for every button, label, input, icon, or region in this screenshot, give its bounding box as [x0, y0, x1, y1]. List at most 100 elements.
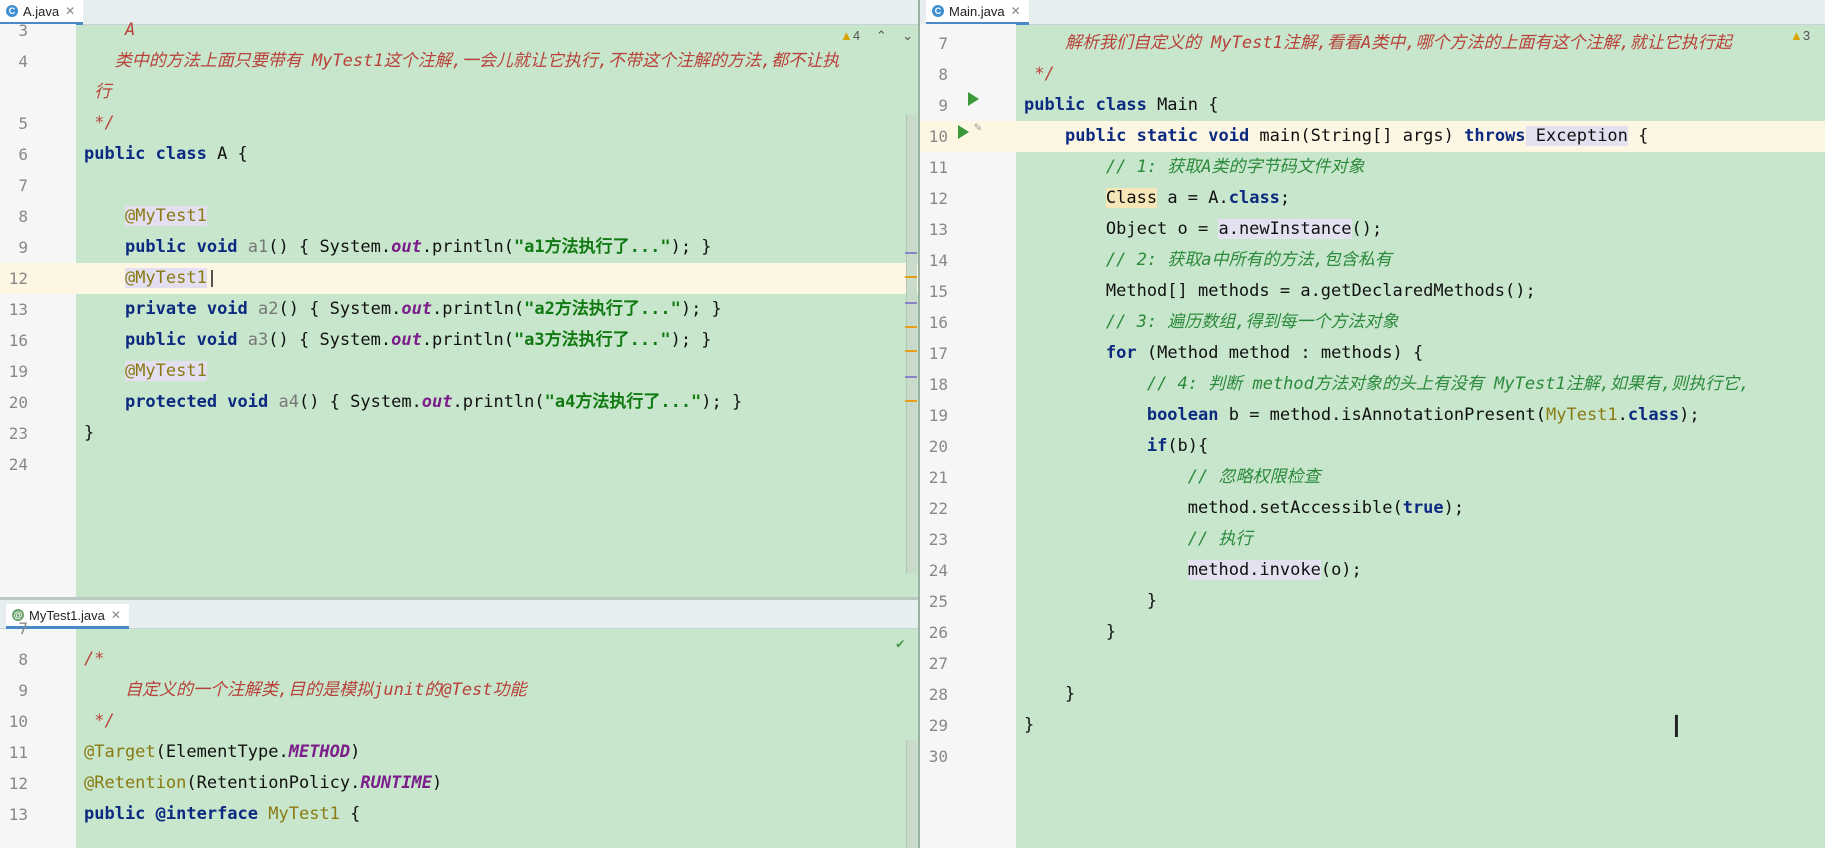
code-token: for — [1105, 343, 1137, 363]
code-token: ); } — [680, 299, 722, 319]
scrollbar[interactable] — [906, 114, 917, 574]
code-line[interactable]: method.setAccessible(true); — [1024, 493, 1464, 524]
code-line[interactable]: // 忽略权限检查 — [1024, 462, 1321, 493]
code-token: A { — [206, 144, 248, 164]
code-line[interactable]: 类中的方法上面只要带有 MyTest1这个注解,一会儿就让它执行,不带这个注解的… — [84, 46, 840, 77]
code-line[interactable]: 解析我们自定义的 MyTest1注解,看看A类中,哪个方法的上面有这个注解,就让… — [1024, 28, 1732, 59]
line-number: 5 — [18, 114, 28, 133]
scroll-marker — [905, 326, 917, 328]
code-line[interactable]: // 1: 获取A类的字节码文件对象 — [1024, 152, 1365, 183]
code-line[interactable]: for (Method method : methods) { — [1024, 338, 1423, 369]
line-number: 19 — [928, 406, 948, 425]
code-line[interactable]: boolean b = method.isAnnotationPresent(M… — [1024, 400, 1700, 431]
code-line[interactable]: Method[] methods = a.getDeclaredMethods(… — [1024, 276, 1536, 307]
line-number: 25 — [928, 592, 948, 611]
code-line[interactable]: if(b){ — [1024, 431, 1208, 462]
code-token: a = A. — [1157, 188, 1229, 208]
line-number: 13 — [928, 220, 948, 239]
line-number: 28 — [928, 685, 948, 704]
code-token: .println( — [432, 299, 525, 319]
code-line[interactable]: } — [1024, 586, 1157, 617]
tab-label: Main.java — [949, 3, 1005, 19]
code-token: Class — [1105, 188, 1158, 208]
editor-pane-a-java[interactable]: C A.java ✕ 3 A 4 类中的方法上面只要带有 MyTest1这个注解,… — [0, 0, 918, 597]
code-line[interactable]: Object o = a.newInstance(); — [1024, 214, 1382, 245]
chevron-up-icon[interactable]: ⌃ — [876, 28, 887, 43]
line-number: 30 — [928, 747, 948, 766]
code-token: { — [339, 804, 361, 824]
code-token: // 执行 — [1187, 529, 1253, 549]
chevron-down-icon[interactable]: ⌄ — [902, 28, 913, 43]
code-token: out — [421, 392, 453, 412]
code-line[interactable]: @MyTest1| — [84, 263, 217, 294]
code-line[interactable]: method.invoke(o); — [1024, 555, 1362, 586]
line-number: 29 — [928, 716, 948, 735]
code-token: } — [1024, 591, 1158, 611]
code-line[interactable]: } — [84, 418, 94, 449]
tab-main-java[interactable]: C Main.java ✕ — [926, 0, 1029, 25]
code-line[interactable]: public static void main(String[] args) t… — [1024, 121, 1648, 152]
code-line[interactable]: // 3: 遍历数组,得到每一个方法对象 — [1024, 307, 1399, 338]
code-line[interactable]: } — [1024, 617, 1116, 648]
code-line[interactable]: @Target(ElementType.METHOD) — [84, 737, 360, 768]
code-line[interactable]: public void a1() { System.out.println("a… — [84, 232, 712, 263]
code-line[interactable]: protected void a4() { System.out.println… — [84, 387, 742, 418]
code-line[interactable]: // 2: 获取a中所有的方法,包含私有 — [1024, 245, 1392, 276]
code-token: .println( — [452, 392, 545, 412]
run-main-icon[interactable] — [958, 125, 969, 139]
code-line[interactable]: // 4: 判断 method方法对象的头上有没有 MyTest1注解,如果有,… — [1024, 369, 1750, 400]
line-number: 11 — [8, 743, 28, 762]
code-token: 自定义的一个注解类,目的是模拟junit的@Test功能 — [84, 680, 527, 700]
code-token: /* — [84, 649, 105, 669]
code-line[interactable]: } — [1024, 710, 1034, 741]
code-line[interactable]: /* — [84, 644, 104, 675]
inspection-widget[interactable]: ▲4 ⌃ ⌄ — [840, 28, 913, 44]
class-file-icon: C — [932, 5, 944, 17]
code-line[interactable]: 行 — [84, 77, 111, 108]
line-number: 3 — [18, 21, 28, 40]
code-token: protected void — [124, 392, 269, 412]
code-token: // 3: 遍历数组,得到每一个方法对象 — [1105, 312, 1399, 332]
code-line[interactable]: @Retention(RetentionPolicy.RUNTIME) — [84, 768, 442, 799]
code-line[interactable]: @MyTest1 — [84, 201, 207, 232]
code-line[interactable]: public class A { — [84, 139, 248, 170]
scrollbar[interactable] — [906, 740, 917, 848]
line-number: 9 — [18, 238, 28, 257]
code-line[interactable]: */ — [84, 706, 114, 737]
inspection-widget[interactable]: ▲3 — [1790, 28, 1810, 43]
breakpoint-edit-icon[interactable]: ✎ — [974, 120, 982, 135]
close-icon[interactable]: ✕ — [111, 608, 121, 622]
code-line[interactable]: Class a = A.class; — [1024, 183, 1290, 214]
code-line[interactable]: 自定义的一个注解类,目的是模拟junit的@Test功能 — [84, 675, 527, 706]
code-line[interactable]: // 执行 — [1024, 524, 1253, 555]
code-token: public class — [84, 144, 207, 164]
code-line[interactable]: public class Main { — [1024, 90, 1218, 121]
line-number: 7 — [938, 34, 948, 53]
code-line[interactable]: A — [84, 15, 135, 46]
close-icon[interactable]: ✕ — [65, 4, 75, 18]
run-class-icon[interactable] — [968, 92, 979, 106]
line-number: 20 — [928, 437, 948, 456]
close-icon[interactable]: ✕ — [1011, 4, 1021, 18]
code-line[interactable]: public @interface MyTest1 { — [84, 799, 360, 830]
code-token: ) — [432, 773, 443, 793]
code-line[interactable]: } — [1024, 679, 1075, 710]
line-number: 7 — [18, 619, 28, 638]
editor-pane-main-java[interactable]: C Main.java ✕ 7 解析我们自定义的 MyTest1注解,看看A类中… — [920, 0, 1825, 848]
code-line[interactable]: public void a3() { System.out.println("a… — [84, 325, 712, 356]
scroll-marker — [905, 376, 917, 378]
code-line[interactable]: private void a2() { System.out.println("… — [84, 294, 722, 325]
code-line[interactable]: @MyTest1 — [84, 356, 207, 387]
editor-pane-mytest1-java[interactable]: @ MyTest1.java ✕ 7 8 /* 9 自定义的一个注解类,目的是模拟ju… — [0, 600, 918, 848]
code-line[interactable]: */ — [1024, 59, 1055, 90]
code-token: "a2方法执行了..." — [524, 299, 681, 319]
scroll-marker — [905, 276, 917, 278]
code-token: (Method method : methods) { — [1136, 343, 1424, 363]
code-line[interactable]: */ — [84, 108, 114, 139]
line-number: 8 — [18, 650, 28, 669]
code-token: */ — [1024, 64, 1055, 84]
